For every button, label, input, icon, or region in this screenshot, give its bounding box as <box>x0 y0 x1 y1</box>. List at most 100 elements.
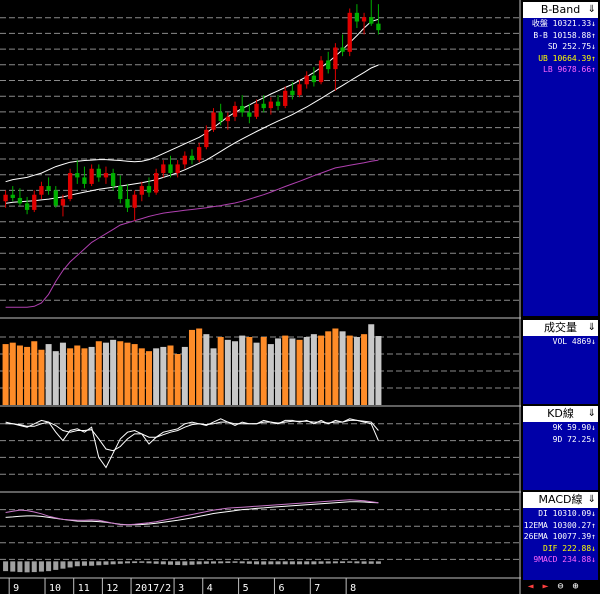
volume-bar <box>174 354 181 405</box>
zoom-out-icon[interactable]: ⊖ <box>553 580 568 594</box>
osc-bar <box>10 561 16 572</box>
x-tick-label: 2017/2 <box>135 583 171 594</box>
indicator-panel-title[interactable]: B-Band ⇓ <box>523 2 598 18</box>
indicator-value-row: 12EMA 10300.27↑ <box>523 520 596 530</box>
volume-bar <box>232 341 239 405</box>
volume-bar <box>102 342 109 405</box>
dropdown-icon[interactable]: ⇓ <box>588 492 596 508</box>
osc-bar <box>340 561 346 564</box>
volume-bar <box>131 344 138 405</box>
x-tick-label: 3 <box>178 583 184 594</box>
volume-bar <box>239 335 246 405</box>
dropdown-icon[interactable]: ⇓ <box>588 320 596 336</box>
candle <box>96 164 101 182</box>
volume-bar <box>318 335 325 405</box>
candle <box>204 125 209 150</box>
volume-bar <box>353 337 360 405</box>
volume-bar <box>2 344 9 405</box>
osc-bar <box>89 561 95 566</box>
candle <box>232 101 238 122</box>
volume-bar <box>145 351 152 405</box>
indicator-value-row: DI 10310.09↓ <box>538 509 596 518</box>
osc-bar <box>311 561 317 565</box>
indicator-panel-title[interactable]: 成交量 ⇓ <box>523 320 598 336</box>
volume-bar <box>88 346 95 405</box>
volume-bar <box>160 346 167 405</box>
osc-bar <box>74 561 80 567</box>
candle <box>333 43 338 91</box>
osc-bar <box>117 561 123 564</box>
candle <box>275 95 281 111</box>
chart-area: 9 10 11 12 2017/2 3 4 5 6 7 8 <box>0 0 521 594</box>
volume-bar <box>203 334 210 405</box>
volume-bar <box>310 334 317 405</box>
osc-bar <box>375 561 381 564</box>
osc-bar <box>167 561 173 565</box>
osc-bar <box>139 561 145 563</box>
chart-toolbar: ◄ ► ⊖ ⊕ <box>523 580 600 594</box>
osc-bar <box>110 561 116 565</box>
volume-bar <box>275 338 282 405</box>
volume-bar <box>117 341 124 405</box>
candle <box>39 181 44 200</box>
candle <box>318 56 324 85</box>
x-tick-label: 8 <box>350 583 356 594</box>
osc-bar <box>325 561 331 564</box>
scroll-left-icon[interactable]: ◄ <box>523 580 538 594</box>
volume-bar <box>217 337 224 405</box>
indicator-value-row: 9D 72.25↓ <box>552 434 596 444</box>
candle <box>46 177 51 195</box>
indicator-values: 9K 59.90↓ 9D 72.25↓ <box>523 422 598 490</box>
candle <box>32 190 37 213</box>
volume-bar <box>260 337 267 405</box>
candle <box>247 103 252 124</box>
volume-bar <box>67 348 74 405</box>
candle <box>189 149 195 165</box>
candle <box>297 79 302 98</box>
candle <box>283 86 288 109</box>
indicator-title-text: B-Band <box>540 3 581 16</box>
candle <box>340 34 345 57</box>
scroll-right-icon[interactable]: ► <box>538 580 553 594</box>
candle <box>261 95 266 113</box>
indicator-panel-title[interactable]: MACD線 ⇓ <box>523 492 598 508</box>
candle <box>361 12 367 35</box>
volume-bar <box>59 342 66 405</box>
osc-bar <box>361 561 367 564</box>
volume-bar <box>81 348 88 405</box>
candle <box>354 4 360 28</box>
indicator-value-row: UB 10664.39↑ <box>538 53 596 63</box>
volume-bar <box>368 324 375 405</box>
x-tick-label: 10 <box>49 583 61 594</box>
osc-bar <box>196 561 202 565</box>
x-tick-label: 11 <box>78 583 90 594</box>
indicator-value-row: 9K 59.90↓ <box>552 423 596 432</box>
osc-bar <box>261 561 267 565</box>
zoom-in-icon[interactable]: ⊕ <box>568 580 583 594</box>
volume-bar <box>95 341 102 405</box>
osc-bar <box>232 561 238 563</box>
dropdown-icon[interactable]: ⇓ <box>588 406 596 422</box>
volume-bar <box>346 335 353 405</box>
indicator-title-text: KD線 <box>547 407 574 420</box>
volume-bar <box>16 345 23 405</box>
volume-bar <box>181 346 188 405</box>
indicator-value-row: 9MACD 234.88↓ <box>533 555 596 564</box>
osc-bar <box>160 561 166 565</box>
candle <box>347 8 352 57</box>
x-tick-label: 7 <box>314 583 320 594</box>
volume-bar <box>339 331 346 405</box>
dropdown-icon[interactable]: ⇓ <box>588 2 596 18</box>
volume-bar <box>45 344 52 405</box>
candle <box>118 175 123 204</box>
osc-bar <box>182 561 188 566</box>
volume-bar <box>267 344 274 405</box>
osc-bar <box>239 561 245 564</box>
indicator-title-text: MACD線 <box>538 493 583 506</box>
indicator-title-text: 成交量 <box>544 321 577 334</box>
candle <box>125 183 130 213</box>
volume-bar <box>110 339 117 405</box>
candle <box>369 0 374 26</box>
indicator-panel-title[interactable]: KD線 ⇓ <box>523 406 598 422</box>
indicator-value-row: VOL 4869↓ <box>552 337 596 346</box>
